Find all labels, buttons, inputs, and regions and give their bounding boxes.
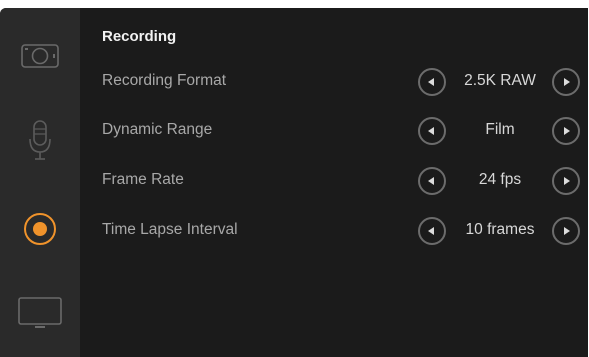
triangle-left-icon	[428, 78, 434, 86]
triangle-right-icon	[564, 177, 570, 185]
sidebar-item-record[interactable]	[0, 191, 80, 271]
triangle-left-icon	[428, 127, 434, 135]
setting-label: Dynamic Range	[102, 121, 213, 138]
sidebar-item-camera[interactable]	[0, 18, 80, 98]
setting-label: Recording Format	[102, 72, 227, 89]
triangle-right-icon	[564, 78, 570, 86]
next-button[interactable]	[552, 117, 580, 145]
record-icon	[22, 211, 58, 252]
setting-row-time-lapse-interval: Time Lapse Interval 10 frames	[80, 211, 588, 251]
camera-settings-screen: Recording Recording Format 2.5K RAW Dyna…	[0, 8, 588, 357]
setting-label: Time Lapse Interval	[102, 221, 238, 238]
setting-value: Film	[485, 121, 515, 138]
previous-button[interactable]	[418, 167, 446, 195]
setting-value: 2.5K RAW	[464, 72, 536, 89]
camera-icon	[20, 42, 60, 75]
sidebar-item-monitor[interactable]	[0, 275, 80, 355]
next-button[interactable]	[552, 167, 580, 195]
setting-row-recording-format: Recording Format 2.5K RAW	[80, 62, 588, 102]
page-title: Recording	[102, 28, 177, 45]
monitor-icon	[17, 296, 63, 335]
setting-row-frame-rate: Frame Rate 24 fps	[80, 161, 588, 201]
setting-label: Frame Rate	[102, 171, 184, 188]
sidebar	[0, 8, 80, 357]
next-button[interactable]	[552, 68, 580, 96]
sidebar-item-audio[interactable]	[0, 103, 80, 183]
next-button[interactable]	[552, 217, 580, 245]
triangle-left-icon	[428, 227, 434, 235]
microphone-icon	[27, 119, 53, 168]
settings-panel: Recording Recording Format 2.5K RAW Dyna…	[80, 8, 588, 357]
setting-value: 10 frames	[465, 221, 535, 238]
previous-button[interactable]	[418, 68, 446, 96]
previous-button[interactable]	[418, 217, 446, 245]
triangle-right-icon	[564, 127, 570, 135]
previous-button[interactable]	[418, 117, 446, 145]
setting-row-dynamic-range: Dynamic Range Film	[80, 111, 588, 151]
setting-value: 24 fps	[478, 171, 522, 188]
triangle-left-icon	[428, 177, 434, 185]
triangle-right-icon	[564, 227, 570, 235]
